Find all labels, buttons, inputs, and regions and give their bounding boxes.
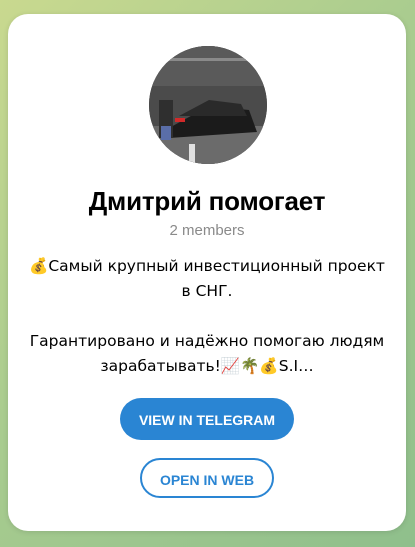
description-line-2: Гарантировано и надёжно помогаю людям за… bbox=[29, 332, 385, 375]
open-in-web-button[interactable]: OPEN IN WEB bbox=[140, 458, 274, 498]
avatar-photo bbox=[149, 46, 267, 164]
channel-avatar bbox=[149, 46, 267, 164]
channel-title: Дмитрий помогает bbox=[88, 186, 326, 216]
description-line-1: 💰Самый крупный инвестиционный проект в С… bbox=[29, 257, 385, 300]
channel-preview-card: Дмитрий помогает 2 members 💰Самый крупны… bbox=[8, 14, 406, 531]
view-in-telegram-button[interactable]: VIEW IN TELEGRAM bbox=[120, 398, 294, 440]
channel-description: 💰Самый крупный инвестиционный проект в С… bbox=[28, 254, 386, 379]
member-count: 2 members bbox=[169, 222, 245, 239]
